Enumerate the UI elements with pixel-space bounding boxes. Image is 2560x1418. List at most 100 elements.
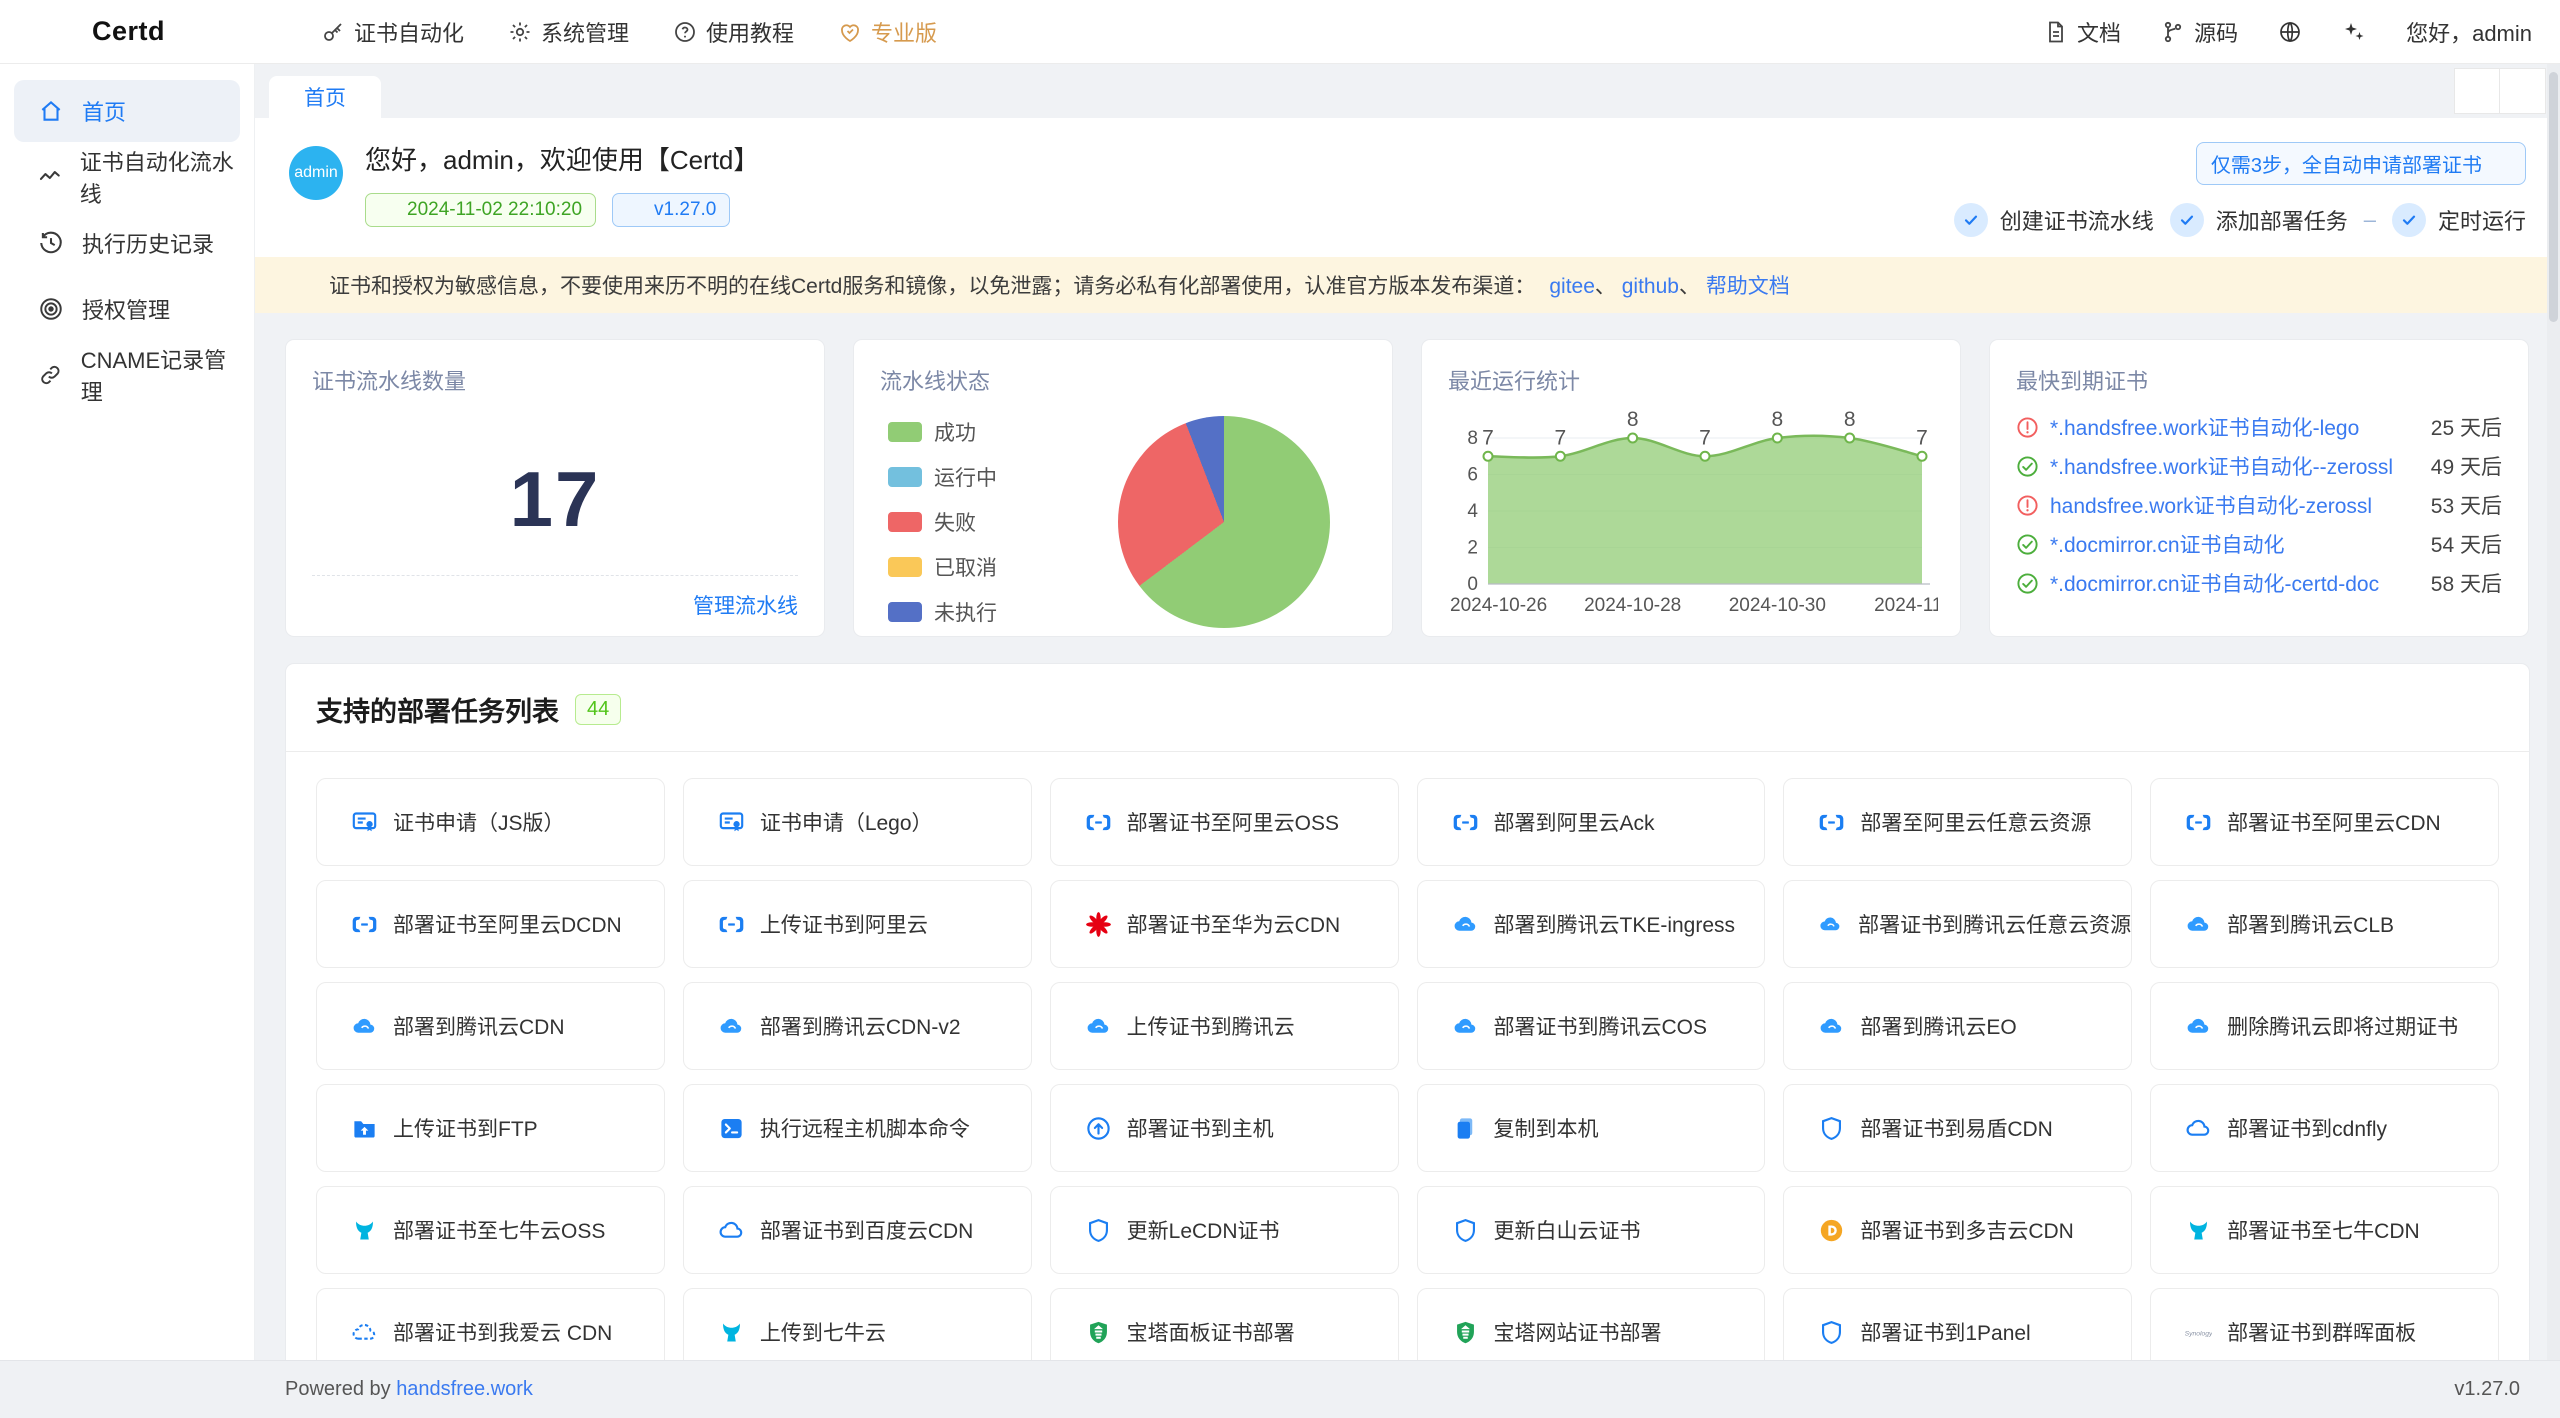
- tab-menu-button[interactable]: [2500, 68, 2546, 114]
- error-circle-icon: [2016, 416, 2039, 439]
- task-部署证书到腾讯云任意云资源[interactable]: 部署证书到腾讯云任意云资源: [1783, 880, 2132, 968]
- sidebar-item-首页[interactable]: 首页: [14, 80, 240, 142]
- task-部署到腾讯云CLB[interactable]: 部署到腾讯云CLB: [2150, 880, 2499, 968]
- task-更新白山云证书[interactable]: 更新白山云证书: [1417, 1186, 1766, 1274]
- svg-text:7: 7: [1916, 426, 1928, 449]
- task-部署到阿里云Ack[interactable]: 部署到阿里云Ack: [1417, 778, 1766, 866]
- legend-item-未执行[interactable]: 未执行: [888, 597, 997, 627]
- close-tabs-button[interactable]: [2454, 68, 2500, 114]
- tencent-icon: [2185, 1013, 2212, 1040]
- task-部署证书到易盾CDN[interactable]: 部署证书到易盾CDN: [1783, 1084, 2132, 1172]
- banner-link-帮助文档[interactable]: 帮助文档: [1706, 275, 1790, 298]
- card-title: 流水线状态: [880, 364, 1366, 396]
- tencent-icon: [1452, 911, 1479, 938]
- user-greeting[interactable]: 您好，admin: [2406, 16, 2532, 48]
- tab-home[interactable]: 首页: [269, 76, 381, 118]
- scrollbar-thumb[interactable]: [2549, 72, 2558, 322]
- banner-link-gitee[interactable]: gitee: [1549, 275, 1595, 298]
- svg-text:8: 8: [1627, 408, 1639, 431]
- svg-text:6: 6: [1467, 465, 1478, 486]
- task-部署证书至七牛云OSS[interactable]: 部署证书至七牛云OSS: [316, 1186, 665, 1274]
- warning-banner: 证书和授权为敏感信息，不要使用来历不明的在线Certd服务和镜像，以免泄露；请务…: [255, 257, 2560, 313]
- guide-pill[interactable]: 仅需3步，全自动申请部署证书: [2196, 142, 2526, 185]
- expiry-cert-link[interactable]: *.docmirror.cn证书自动化: [2050, 529, 2410, 559]
- svg-text:2024-10-30: 2024-10-30: [1729, 595, 1826, 616]
- task-部署证书至阿里云DCDN[interactable]: 部署证书至阿里云DCDN: [316, 880, 665, 968]
- task-部署证书到多吉云CDN[interactable]: 部署证书到多吉云CDN: [1783, 1186, 2132, 1274]
- task-部署到腾讯云CDN[interactable]: 部署到腾讯云CDN: [316, 982, 665, 1070]
- nav-item-证书自动化[interactable]: 证书自动化: [321, 16, 464, 48]
- expiry-cert-link[interactable]: *.docmirror.cn证书自动化-certd-doc: [2050, 568, 2410, 598]
- task-部署证书至七牛CDN[interactable]: 部署证书至七牛CDN: [2150, 1186, 2499, 1274]
- tencent-icon: [2185, 911, 2212, 938]
- cloud-icon: [718, 1217, 745, 1244]
- qiniu-icon: [2185, 1217, 2212, 1244]
- nav-item-使用教程[interactable]: 使用教程: [673, 16, 794, 48]
- brand[interactable]: Certd: [40, 13, 255, 51]
- task-部署到腾讯云CDN-v2[interactable]: 部署到腾讯云CDN-v2: [683, 982, 1032, 1070]
- svg-text:8: 8: [1771, 408, 1783, 431]
- scrollbar-track[interactable]: [2547, 64, 2560, 1360]
- task-部署至阿里云任意云资源[interactable]: 部署至阿里云任意云资源: [1783, 778, 2132, 866]
- banner-text: 证书和授权为敏感信息，不要使用来历不明的在线Certd服务和镜像，以免泄露；请务…: [329, 270, 1535, 300]
- app: Certd 证书自动化系统管理使用教程专业版 文档源码 您好，admin 首页证…: [0, 0, 2560, 1418]
- task-宝塔面板证书部署[interactable]: 宝塔面板证书部署: [1050, 1288, 1399, 1360]
- sidebar-item-授权管理[interactable]: 授权管理: [14, 278, 240, 340]
- legend-item-失败[interactable]: 失败: [888, 507, 997, 537]
- sidebar-item-执行历史记录[interactable]: 执行历史记录: [14, 212, 240, 274]
- legend-swatch: [888, 512, 922, 532]
- sidebar-item-证书自动化流水线[interactable]: 证书自动化流水线: [14, 146, 240, 208]
- task-部署证书至华为云CDN[interactable]: 部署证书至华为云CDN: [1050, 880, 1399, 968]
- expiry-cert-link[interactable]: handsfree.work证书自动化-zerossl: [2050, 490, 2410, 520]
- expiry-cert-link[interactable]: *.handsfree.work证书自动化-lego: [2050, 412, 2410, 442]
- task-部署证书到百度云CDN[interactable]: 部署证书到百度云CDN: [683, 1186, 1032, 1274]
- task-部署证书到群晖面板[interactable]: Synology部署证书到群晖面板: [2150, 1288, 2499, 1360]
- task-宝塔网站证书部署[interactable]: 宝塔网站证书部署: [1417, 1288, 1766, 1360]
- svg-text:2024-10-26: 2024-10-26: [1450, 595, 1547, 616]
- task-复制到本机[interactable]: 复制到本机: [1417, 1084, 1766, 1172]
- task-证书申请（JS版）[interactable]: 证书申请（JS版）: [316, 778, 665, 866]
- legend-item-已取消[interactable]: 已取消: [888, 552, 997, 582]
- nav-right-源码[interactable]: 源码: [2161, 16, 2238, 48]
- task-部署证书到主机[interactable]: 部署证书到主机: [1050, 1084, 1399, 1172]
- task-证书申请（Lego）[interactable]: 证书申请（Lego）: [683, 778, 1032, 866]
- svg-text:7: 7: [1699, 426, 1711, 449]
- vip-icon: [838, 20, 862, 44]
- manage-pipelines-link[interactable]: 管理流水线: [662, 590, 798, 620]
- nav-item-专业版[interactable]: 专业版: [838, 16, 937, 48]
- banner-link-github[interactable]: github: [1622, 275, 1679, 298]
- task-上传证书到FTP[interactable]: 上传证书到FTP: [316, 1084, 665, 1172]
- handsfree-link[interactable]: handsfree.work: [396, 1378, 533, 1401]
- menu-collapse-icon[interactable]: [255, 19, 281, 45]
- guide-step-3: 定时运行: [2392, 203, 2526, 237]
- nav-right-sparkles-icon[interactable]: [2342, 20, 2366, 44]
- time-badge: 2024-11-02 22:10:20: [365, 193, 596, 227]
- nav-right-文档[interactable]: 文档: [2044, 16, 2121, 48]
- task-部署证书到1Panel[interactable]: 部署证书到1Panel: [1783, 1288, 2132, 1360]
- task-执行远程主机脚本命令[interactable]: 执行远程主机脚本命令: [683, 1084, 1032, 1172]
- recent-runs-chart: 0246877878872024-10-262024-10-282024-10-…: [1448, 402, 1934, 645]
- nav-right-globe-icon[interactable]: [2278, 20, 2302, 44]
- task-部署到腾讯云TKE-ingress[interactable]: 部署到腾讯云TKE-ingress: [1417, 880, 1766, 968]
- task-部署证书到腾讯云COS[interactable]: 部署证书到腾讯云COS: [1417, 982, 1766, 1070]
- task-部署证书到cdnfly[interactable]: 部署证书到cdnfly: [2150, 1084, 2499, 1172]
- task-部署到腾讯云EO[interactable]: 部署到腾讯云EO: [1783, 982, 2132, 1070]
- sparkles-icon: [2342, 20, 2366, 44]
- task-删除腾讯云即将过期证书[interactable]: 删除腾讯云即将过期证书: [2150, 982, 2499, 1070]
- task-上传证书到腾讯云[interactable]: 上传证书到腾讯云: [1050, 982, 1399, 1070]
- tencent-icon: [1818, 911, 1843, 938]
- task-部署证书至阿里云CDN[interactable]: 部署证书至阿里云CDN: [2150, 778, 2499, 866]
- nav-item-系统管理[interactable]: 系统管理: [508, 16, 629, 48]
- sidebar-item-CNAME记录管理[interactable]: CNAME记录管理: [14, 344, 240, 406]
- expiry-cert-link[interactable]: *.handsfree.work证书自动化--zerossl: [2050, 451, 2410, 481]
- aliyun-icon: [351, 911, 378, 938]
- task-部署证书到我爱云 CDN[interactable]: 部署证书到我爱云 CDN: [316, 1288, 665, 1360]
- task-部署证书至阿里云OSS[interactable]: 部署证书至阿里云OSS: [1050, 778, 1399, 866]
- task-上传证书到阿里云[interactable]: 上传证书到阿里云: [683, 880, 1032, 968]
- terminal-icon: [718, 1115, 745, 1142]
- task-上传到七牛云[interactable]: 上传到七牛云: [683, 1288, 1032, 1360]
- task-更新LeCDN证书[interactable]: 更新LeCDN证书: [1050, 1186, 1399, 1274]
- tencent-icon: [1818, 1013, 1845, 1040]
- legend-item-成功[interactable]: 成功: [888, 417, 997, 447]
- legend-item-运行中[interactable]: 运行中: [888, 462, 997, 492]
